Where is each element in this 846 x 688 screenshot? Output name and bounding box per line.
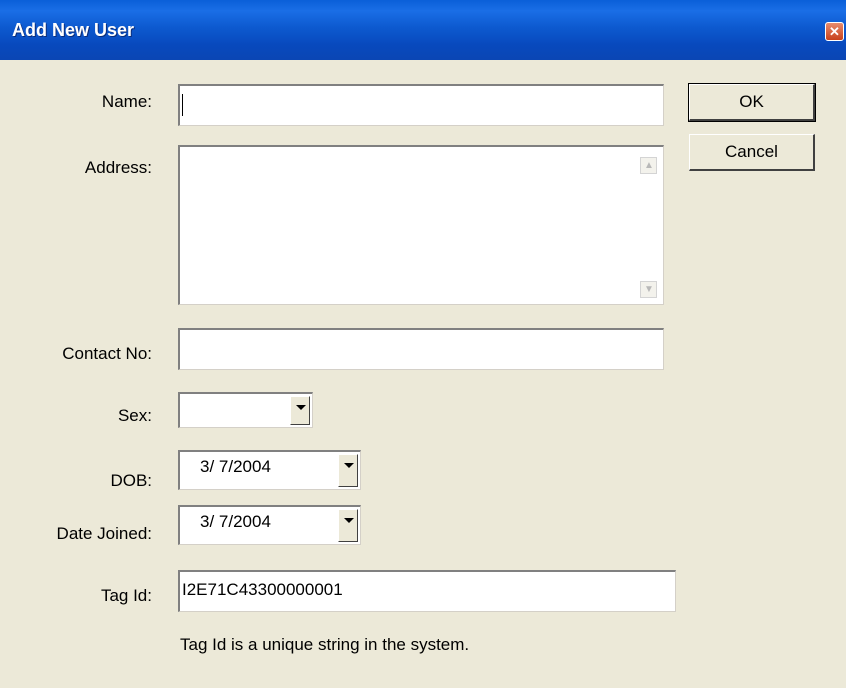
- ok-button[interactable]: OK: [688, 83, 816, 122]
- scroll-down-button[interactable]: ▼: [640, 281, 657, 298]
- date-joined-label: Date Joined:: [56, 524, 152, 543]
- dob-dropdown-button[interactable]: [338, 454, 358, 487]
- scroll-up-button[interactable]: ▲: [640, 157, 657, 174]
- dob-label: DOB:: [110, 471, 152, 490]
- date-joined-value: 3/ 7/2004: [200, 512, 271, 531]
- close-icon: ✕: [829, 24, 840, 39]
- add-new-user-dialog: Add New User ✕ Name: Address: ▲ ▼ Contac…: [0, 0, 846, 688]
- date-joined-datepicker[interactable]: 3/ 7/2004: [178, 505, 361, 545]
- name-field[interactable]: [178, 84, 664, 126]
- dob-datepicker[interactable]: 3/ 7/2004: [178, 450, 361, 490]
- contact-field[interactable]: [178, 328, 664, 370]
- close-button[interactable]: ✕: [825, 22, 844, 41]
- address-label: Address:: [84, 158, 152, 177]
- window-title: Add New User: [12, 20, 135, 40]
- tag-id-label: Tag Id:: [100, 586, 152, 605]
- name-label: Name:: [101, 92, 152, 111]
- scroll-up-arrow-icon: ▲: [644, 160, 654, 171]
- address-field[interactable]: ▲ ▼: [178, 145, 664, 305]
- title-bar[interactable]: Add New User ✕: [0, 0, 846, 60]
- sex-label: Sex:: [117, 406, 152, 425]
- dob-value: 3/ 7/2004: [200, 457, 271, 476]
- sex-dropdown-button[interactable]: [290, 396, 310, 425]
- tag-id-value: I2E71C43300000001: [182, 580, 343, 599]
- tag-id-field[interactable]: I2E71C43300000001: [178, 570, 676, 612]
- dialog-body: Name: Address: ▲ ▼ Contact No: Sex: DOB:…: [0, 60, 846, 688]
- scroll-down-arrow-icon: ▼: [644, 284, 654, 295]
- cancel-button[interactable]: Cancel: [689, 134, 815, 171]
- sex-select[interactable]: [178, 392, 313, 428]
- contact-label: Contact No:: [62, 344, 152, 363]
- tag-id-hint: Tag Id is a unique string in the system.: [180, 635, 470, 654]
- text-cursor: [182, 94, 183, 116]
- date-joined-dropdown-button[interactable]: [338, 509, 358, 542]
